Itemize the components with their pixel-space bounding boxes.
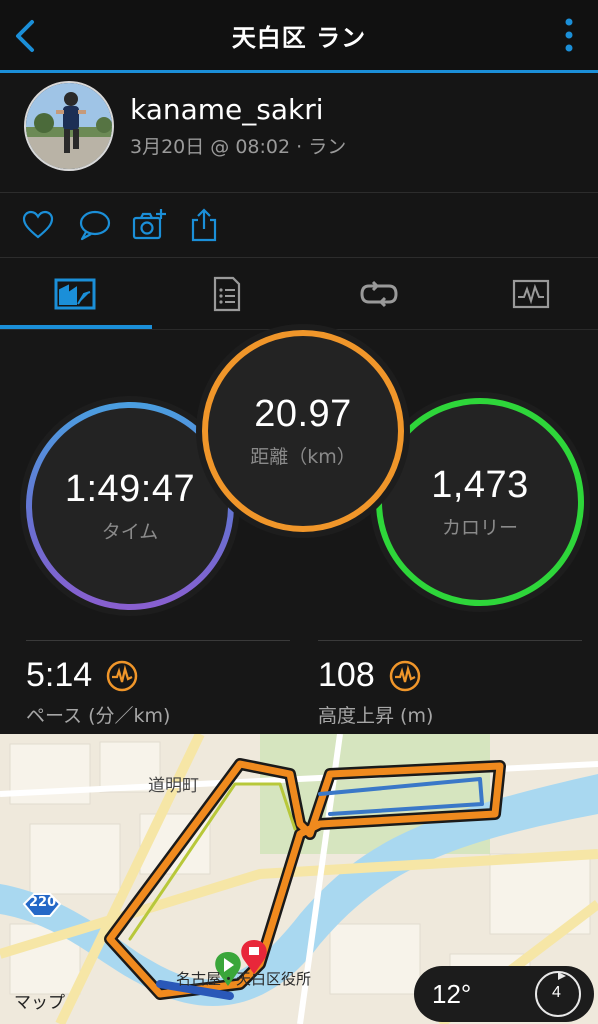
details-list-icon <box>213 276 241 312</box>
chevron-left-icon[interactable] <box>10 18 40 54</box>
distance-value: 20.97 <box>254 393 352 435</box>
map-attribution: マップ <box>14 988 65 1013</box>
avatar[interactable] <box>24 81 114 171</box>
pace-value: 5:14 <box>26 656 93 694</box>
distance-ring: 20.97 距離（km） <box>202 330 404 532</box>
add-photo-icon[interactable] <box>131 207 167 243</box>
activity-tabs <box>0 258 598 330</box>
tab-stats[interactable] <box>456 258 598 330</box>
temperature: 12° <box>432 979 472 1009</box>
stats-graph-icon <box>512 279 550 309</box>
divider <box>26 640 290 641</box>
divider <box>318 640 582 641</box>
pace-label: ペース (分／km) <box>26 705 171 727</box>
place-label: 名古屋・天白区役所 <box>176 970 312 988</box>
nav-bar: 天白区 ラン <box>0 0 598 70</box>
map-attribution-text: マップ <box>14 993 65 1013</box>
heart-icon[interactable] <box>20 207 56 243</box>
route-shield-number: 220 <box>29 895 57 910</box>
district-label: 道明町 <box>148 776 199 796</box>
weather-badge[interactable]: 12° 4 <box>414 966 594 1022</box>
calories-value: 1,473 <box>431 464 529 506</box>
wind-speed: 4 <box>552 984 561 1001</box>
tab-laps[interactable] <box>304 258 454 330</box>
activity-date-type: 3月20日 @ 08:02 · ラン <box>130 136 347 158</box>
pulse-icon <box>106 660 138 691</box>
elevation-label: 高度上昇 (m) <box>318 705 434 727</box>
tab-overview[interactable] <box>0 258 150 330</box>
activity-owner: kaname_sakri 3月20日 @ 08:02 · ラン <box>0 73 598 192</box>
username[interactable]: kaname_sakri <box>130 93 324 126</box>
comment-icon[interactable] <box>77 207 113 243</box>
overview-chart-icon <box>54 278 96 310</box>
time-label: タイム <box>101 521 159 543</box>
time-value: 1:49:47 <box>64 468 196 510</box>
vertical-dots-icon[interactable] <box>564 17 574 53</box>
page-title: 天白区 ラン <box>231 23 367 52</box>
calories-label: カロリー <box>441 517 518 539</box>
tab-details[interactable] <box>152 258 302 330</box>
pulse-icon <box>389 660 420 691</box>
distance-label: 距離（km） <box>250 446 356 468</box>
laps-loop-icon <box>360 280 398 308</box>
share-icon[interactable] <box>186 207 222 243</box>
elevation-metric[interactable]: 108 高度上昇 (m) <box>318 656 433 728</box>
pace-metric[interactable]: 5:14 ペース (分／km) <box>26 656 170 728</box>
action-bar <box>0 193 598 257</box>
elevation-value: 108 <box>318 656 375 694</box>
calories-ring: 1,473 カロリー <box>376 398 584 606</box>
